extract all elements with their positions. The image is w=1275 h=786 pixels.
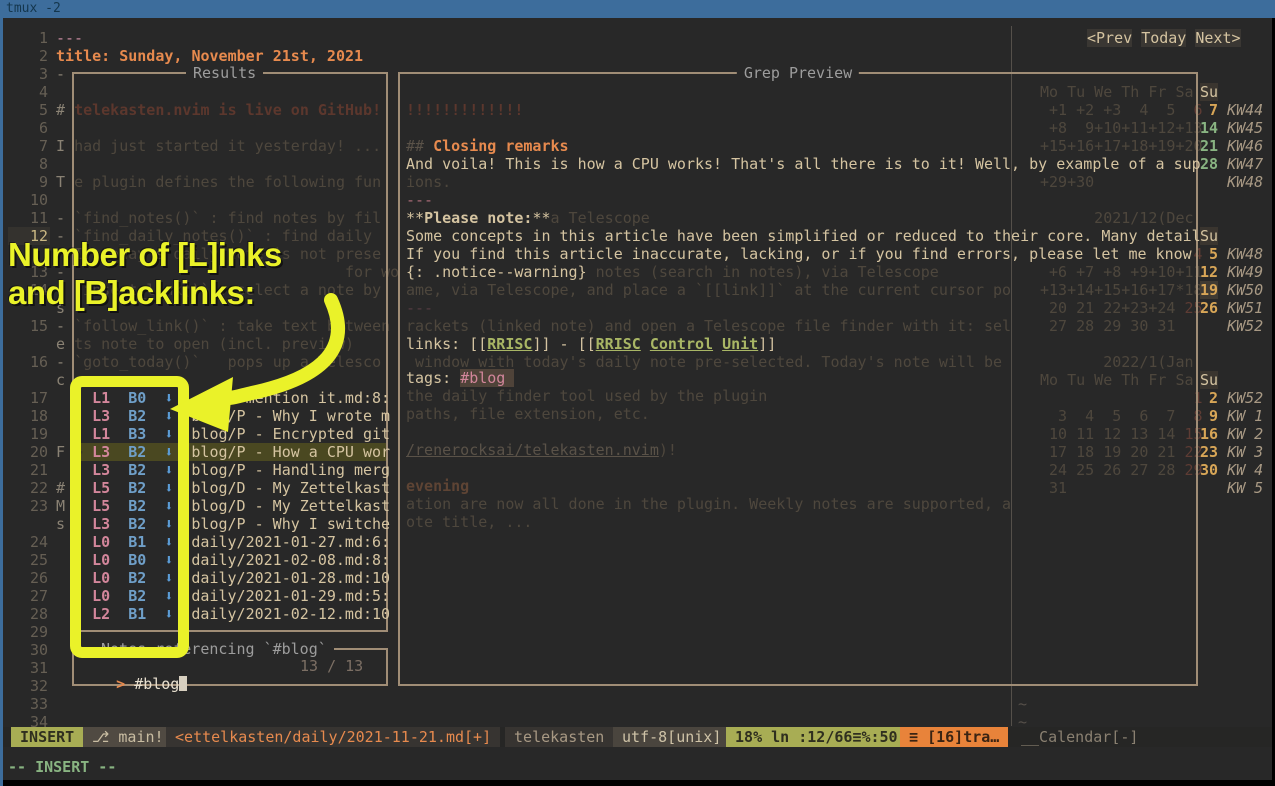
- prompt-caret: >: [116, 675, 134, 693]
- plugin-segment: telekasten: [505, 727, 613, 747]
- calendar-window-label: __Calendar[-]: [1021, 727, 1138, 747]
- annotation-text-line1: Number of [L]inks: [8, 246, 282, 264]
- text-cursor: [179, 676, 187, 691]
- window-title: tmux -2: [6, 1, 61, 16]
- annotation-rectangle: [70, 376, 189, 658]
- prompt-value: #blog: [134, 675, 179, 693]
- mode-indicator: INSERT: [11, 727, 83, 747]
- result-counter: 13 / 13: [300, 657, 363, 675]
- annotation-text-line2: and [B]acklinks:: [8, 284, 255, 302]
- terminal-screen: tmux -2 1 2 3 4 5 6 7 8 9101112131415161…: [0, 0, 1275, 786]
- filename-segment: <ettelkasten/daily/2021-11-21.md[+]: [166, 727, 500, 747]
- statusline: INSERT ⎇ main! <ettelkasten/daily/2021-1…: [3, 727, 1272, 747]
- encoding-segment: utf-8[unix]: [613, 727, 730, 747]
- prompt-input[interactable]: > #blog: [80, 657, 187, 675]
- preview-title: Grep Preview: [737, 64, 859, 82]
- buffer-segment: ≡ [16]tra…: [900, 727, 1008, 747]
- git-branch-segment: ⎇ main!: [83, 727, 173, 747]
- mode-message: -- INSERT --: [8, 758, 116, 776]
- position-segment: 18% ln :12/66≡%:50: [726, 727, 907, 747]
